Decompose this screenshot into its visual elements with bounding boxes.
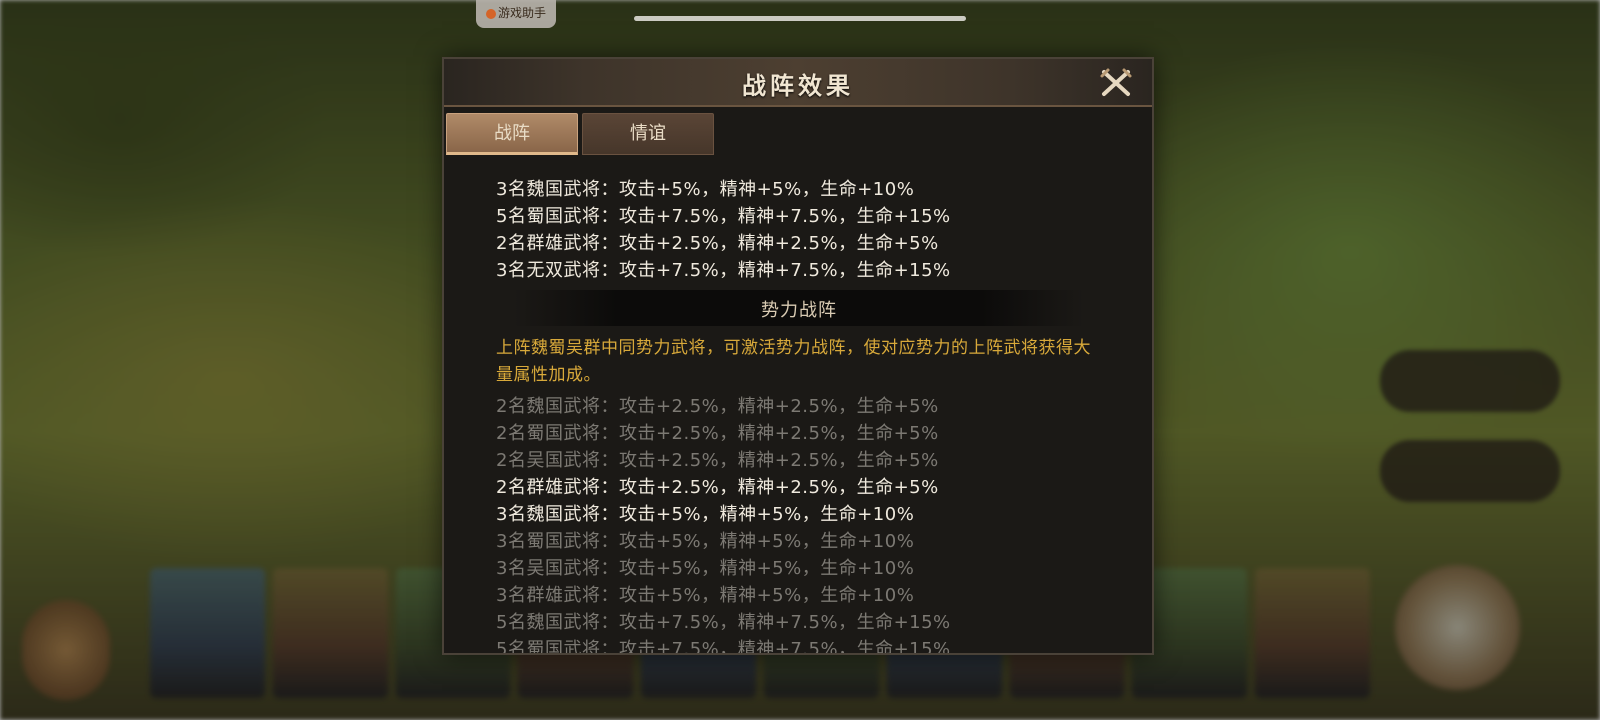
effect-list-scroll[interactable]: 3名魏国武将：攻击+5%，精神+5%，生命+10% 5名蜀国武将：攻击+7.5%… — [444, 155, 1152, 653]
faction-effect-line: 3名魏国武将：攻击+5%，精神+5%，生命+10% — [496, 504, 915, 525]
faction-effect-line: 2名群雄武将：攻击+2.5%，精神+2.5%，生命+5% — [496, 477, 939, 498]
dialog-header: 战阵效果 — [444, 59, 1152, 107]
assistant-label: 游戏助手 — [497, 6, 546, 20]
tab-formation[interactable]: 战阵 — [446, 113, 578, 155]
tab-bar: 战阵 情谊 — [446, 113, 714, 155]
faction-effect-line: 3名吴国武将：攻击+5%，精神+5%，生命+10% — [496, 558, 915, 579]
faction-effect-line: 2名魏国武将：攻击+2.5%，精神+2.5%，生命+5% — [496, 396, 939, 417]
dialog-title: 战阵效果 — [742, 71, 854, 100]
section-title: 势力战阵 — [761, 300, 837, 321]
faction-effect-line: 2名蜀国武将：攻击+2.5%，精神+2.5%，生命+5% — [496, 423, 939, 444]
home-indicator-bar — [634, 16, 966, 21]
active-effect-line: 2名群雄武将：攻击+2.5%，精神+2.5%，生命+5% — [496, 233, 939, 254]
close-button[interactable] — [1096, 66, 1136, 100]
faction-effect-line: 5名蜀国武将：攻击+7.5%，精神+7.5%，生命+15% — [496, 639, 951, 653]
faction-effect-line: 3名群雄武将：攻击+5%，精神+5%，生命+10% — [496, 585, 915, 606]
assistant-icon — [485, 8, 496, 19]
close-crossed-swords-icon — [1100, 68, 1132, 96]
active-effect-line: 5名蜀国武将：攻击+7.5%，精神+7.5%，生命+15% — [496, 206, 951, 227]
faction-description: 上阵魏蜀吴群中同势力武将，可激活势力战阵，使对应势力的上阵武将获得大量属性加成。 — [496, 338, 1091, 385]
faction-effect-line: 3名蜀国武将：攻击+5%，精神+5%，生命+10% — [496, 531, 915, 552]
formation-effect-dialog: 战阵效果 战阵 情谊 3名魏国武将：攻击+5%，精神+5%，生命+10% 5名蜀… — [442, 57, 1154, 655]
faction-effect-line: 2名吴国武将：攻击+2.5%，精神+2.5%，生命+5% — [496, 450, 939, 471]
faction-section-header: 势力战阵 — [514, 290, 1084, 326]
active-effect-line: 3名无双武将：攻击+7.5%，精神+7.5%，生命+15% — [496, 260, 951, 281]
faction-effect-line: 5名魏国武将：攻击+7.5%，精神+7.5%，生命+15% — [496, 612, 951, 633]
active-effect-line: 3名魏国武将：攻击+5%，精神+5%，生命+10% — [496, 179, 915, 200]
game-assistant-badge[interactable]: 游戏助手 — [476, 0, 556, 28]
tab-friendship[interactable]: 情谊 — [582, 113, 714, 155]
